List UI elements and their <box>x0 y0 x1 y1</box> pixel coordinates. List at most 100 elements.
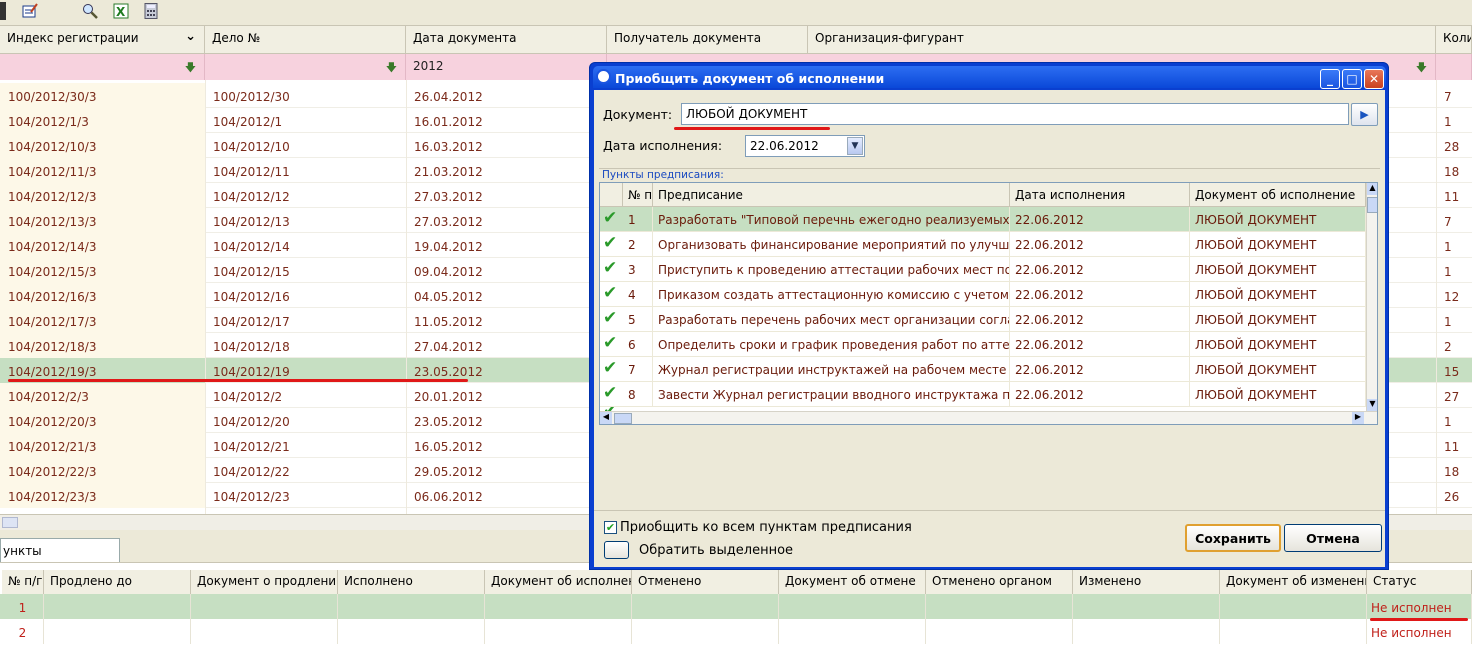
check-icon[interactable]: ✔ <box>603 358 617 378</box>
b-col-status[interactable]: Статус <box>1367 570 1472 594</box>
col-header-count[interactable]: Колич <box>1436 26 1472 54</box>
b-col-done-doc[interactable]: Документ об исполнени <box>485 570 632 594</box>
chevron-down-icon[interactable]: ▼ <box>847 137 863 155</box>
list-item[interactable]: ✔ 3 Приступить к проведению аттестации раб… <box>600 257 1366 282</box>
list-item[interactable]: ✔ 5 Разработать перечень рабочих мест орга… <box>600 307 1366 332</box>
table-row[interactable]: 2 Не исполнен <box>0 619 1472 644</box>
column-divider <box>1436 80 1437 514</box>
check-icon[interactable]: ✔ <box>603 208 617 228</box>
col-header-recipient[interactable]: Получатель документа <box>607 26 808 54</box>
arrow-right-icon: ▶ <box>1360 108 1369 121</box>
check-icon[interactable]: ✔ <box>603 258 617 278</box>
scroll-down-icon[interactable]: ▼ <box>1367 399 1377 411</box>
cell-count: 18 <box>1444 465 1460 479</box>
b-col-cancel-doc[interactable]: Документ об отмене <box>779 570 926 594</box>
list-item[interactable]: ✔ 7 Журнал регистрации инструктажей на раб… <box>600 357 1366 382</box>
search-icon[interactable] <box>81 2 99 20</box>
filter-arrow-icon[interactable]: 🡇 <box>1416 59 1427 78</box>
cell-case: 104/2012/11 <box>213 165 290 179</box>
table-row[interactable]: 1 Не исполнен <box>0 594 1472 619</box>
dialog-title[interactable]: Приобщить документ об исполнении _ □ ✕ <box>593 66 1386 89</box>
scroll-thumb[interactable] <box>614 413 632 424</box>
filter-index[interactable]: 🡇 <box>0 54 205 80</box>
cell-case: 100/2012/30 <box>213 90 290 104</box>
edit-icon[interactable] <box>21 2 39 20</box>
filter-date[interactable]: 2012 <box>406 54 607 80</box>
col-header-index[interactable]: Индекс регистрации ⌄ <box>0 26 205 54</box>
cell-empty <box>926 619 1073 644</box>
b-col-changed[interactable]: Изменено <box>1073 570 1220 594</box>
maximize-icon[interactable]: □ <box>1342 69 1362 89</box>
scroll-left-icon[interactable]: ◀ <box>600 412 612 424</box>
cell-empty <box>485 594 632 619</box>
b-col-extended[interactable]: Продлено до <box>44 570 191 594</box>
date-field[interactable]: 22.06.2012 ▼ <box>745 135 865 157</box>
scroll-up-icon[interactable]: ▲ <box>1367 183 1377 195</box>
i-col-doc[interactable]: Документ об исполнение <box>1190 183 1366 207</box>
calculator-icon[interactable] <box>142 2 160 20</box>
cell-n: 6 <box>623 332 653 357</box>
toolbar-edge-icon <box>0 2 6 20</box>
cell-n: 5 <box>623 307 653 332</box>
scroll-thumb[interactable] <box>2 517 18 528</box>
scroll-right-icon[interactable]: ▶ <box>1352 412 1364 424</box>
i-col-num[interactable]: № п <box>623 183 653 207</box>
b-col-ext-doc[interactable]: Документ о продлении <box>191 570 338 594</box>
dialog-body: Документ: ЛЮБОЙ ДОКУМЕНТ ▶ Дата исполнен… <box>594 90 1385 567</box>
filter-arrow-icon[interactable]: 🡇 <box>185 59 196 78</box>
attach-all-checkbox[interactable]: ✔ <box>604 521 617 534</box>
list-item[interactable]: ✔ 2 Организовать финансирование мероприяти… <box>600 232 1366 257</box>
i-vscroll[interactable]: ▲ ▼ <box>1366 183 1377 411</box>
filter-count[interactable] <box>1436 54 1472 80</box>
check-icon[interactable]: ✔ <box>603 233 617 253</box>
cell-index: 104/2012/20/3 <box>0 408 205 433</box>
check-icon[interactable]: ✔ <box>603 283 617 303</box>
tab-prescription-items[interactable]: ункты предписания <box>0 538 120 572</box>
cell-text: Завести Журнал регистрации вводного инст… <box>653 382 1010 407</box>
col-header-case[interactable]: Дело № <box>205 26 406 54</box>
cell-case: 104/2012/2 <box>213 390 283 404</box>
filter-case[interactable]: 🡇 <box>205 54 406 80</box>
list-item[interactable]: ✔ 1 Разработать "Типовой перечнь ежегодно … <box>600 207 1366 232</box>
cell-date: 16.03.2012 <box>414 140 483 154</box>
cell-index: 104/2012/12/3 <box>0 183 205 208</box>
cell-date: 11.05.2012 <box>414 315 483 329</box>
cell-date: 27.04.2012 <box>414 340 483 354</box>
cancel-button[interactable]: Отмена <box>1284 524 1382 552</box>
document-field[interactable]: ЛЮБОЙ ДОКУМЕНТ <box>681 103 1349 125</box>
cell-count: 12 <box>1444 290 1460 304</box>
cell-count: 1 <box>1444 415 1452 429</box>
scroll-thumb[interactable] <box>1367 197 1377 213</box>
cell-date: 20.01.2012 <box>414 390 483 404</box>
i-col-date[interactable]: Дата исполнения <box>1010 183 1190 207</box>
b-col-cancel-org[interactable]: Отменено органом <box>926 570 1073 594</box>
minimize-icon[interactable]: _ <box>1320 69 1340 89</box>
b-col-cancelled[interactable]: Отменено <box>632 570 779 594</box>
check-icon[interactable]: ✔ <box>603 333 617 353</box>
b-col-num[interactable]: № п/г <box>2 570 44 594</box>
prescription-items-grid: № п/г Продлено до Документ о продлении И… <box>0 562 1472 649</box>
b-col-done[interactable]: Исполнено <box>338 570 485 594</box>
save-button[interactable]: Сохранить <box>1185 524 1281 552</box>
col-header-date[interactable]: Дата документа <box>406 26 607 54</box>
separator <box>594 510 1385 511</box>
i-col-prescription[interactable]: Предписание <box>653 183 1010 207</box>
filter-arrow-icon[interactable]: 🡇 <box>386 59 397 78</box>
i-hscroll[interactable]: ◀ ▶ <box>600 411 1377 424</box>
close-icon[interactable]: ✕ <box>1364 69 1384 89</box>
b-col-change-doc[interactable]: Документ об изменении <box>1220 570 1367 594</box>
check-icon[interactable]: ✔ <box>603 308 617 328</box>
select-document-button[interactable]: ▶ <box>1351 103 1378 126</box>
list-item[interactable]: ✔ 4 Приказом создать аттестационную комисс… <box>600 282 1366 307</box>
check-icon[interactable]: ✔ <box>603 383 617 403</box>
cell-case: 104/2012/14 <box>213 240 290 254</box>
list-item[interactable]: ✔ 6 Определить сроки и график проведения р… <box>600 332 1366 357</box>
invert-selection-button[interactable] <box>604 541 629 559</box>
col-header-organization[interactable]: Организация-фигурант <box>808 26 1436 54</box>
cell-empty <box>485 619 632 644</box>
collapse-icon[interactable]: ⌄ <box>185 29 196 44</box>
excel-icon[interactable]: X <box>112 2 130 20</box>
cell-date: 16.01.2012 <box>414 115 483 129</box>
cell-empty <box>632 619 779 644</box>
list-item[interactable]: ✔ 8 Завести Журнал регистрации вводного ин… <box>600 382 1366 407</box>
